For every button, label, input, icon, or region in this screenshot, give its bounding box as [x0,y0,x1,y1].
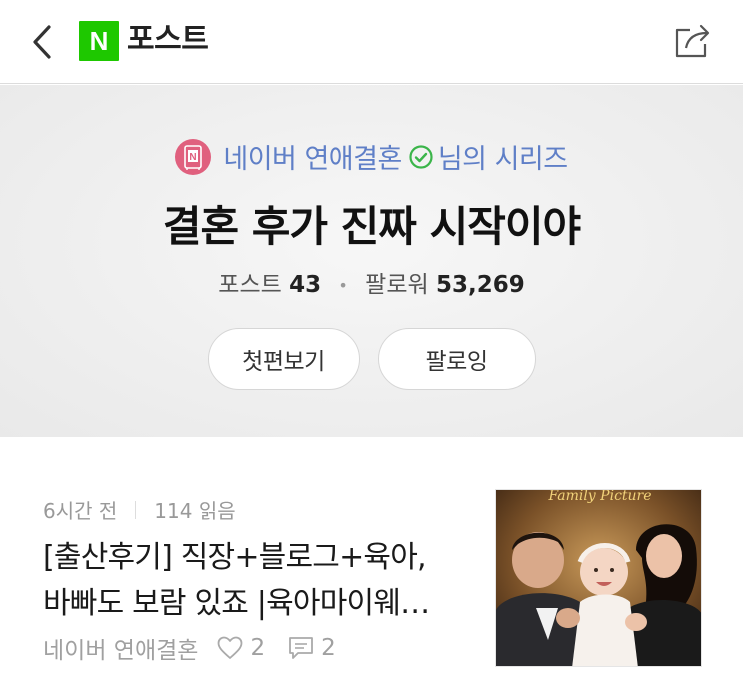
post-title-line: [출산후기] 직장+블로그+육아, [43,540,427,575]
series-header: N 네이버 연애결혼 님의 시리즈 결혼 후가 진짜 시작이야 포스트 43 •… [0,85,743,437]
post-views: 114 읽음 [154,499,236,523]
share-icon [675,24,710,58]
like-count: 2 [250,635,266,661]
post-meta: 6시간 전 114 읽음 [43,495,236,524]
post-author[interactable]: 네이버 연애결혼 [43,631,198,665]
thumb-banner-text: Family Picture [547,490,651,504]
series-stats: 포스트 43 • 팔로워 53,269 [0,265,743,299]
followers-label: 팔로워 [365,272,429,298]
top-bar: N 포스트 [0,0,743,84]
post-title-line: 바빠도 보람 있죠 |육아마이웨… [43,586,430,621]
section-divider [0,437,743,461]
series-author-row[interactable]: N 네이버 연애결혼 님의 시리즈 [0,137,743,176]
meta-divider [135,500,137,519]
comment-count: 2 [321,635,336,661]
following-button[interactable]: 팔로잉 [377,328,536,390]
family-photo-image: Family Picture [496,490,701,666]
app-title: 포스트 [127,22,209,57]
first-episode-button[interactable]: 첫편보기 [207,328,360,390]
series-actions: 첫편보기 팔로잉 [0,328,743,390]
svg-text:N: N [190,152,197,163]
post-thumbnail[interactable]: Family Picture [495,489,702,667]
heart-icon[interactable] [216,635,244,661]
author-logo-icon: N [184,144,203,170]
author-name[interactable]: 네이버 연애결혼 [223,137,402,176]
author-suffix: 님의 시리즈 [437,144,568,175]
list-item[interactable]: 6시간 전 114 읽음 [출산후기] 직장+블로그+육아, 바빠도 보람 있죠… [0,461,743,690]
posts-count: 43 [289,272,322,298]
followers-count: 53,269 [435,272,525,298]
post-time: 6시간 전 [43,499,118,523]
check-circle-icon [409,144,433,169]
chevron-left-icon [33,25,51,59]
naver-logo[interactable]: N [79,21,119,61]
post-title[interactable]: [출산후기] 직장+블로그+육아, 바빠도 보람 있죠 |육아마이웨… [43,535,483,627]
posts-label: 포스트 [218,272,282,298]
share-button[interactable] [672,20,714,60]
back-button[interactable] [24,22,60,62]
stats-separator: • [338,276,348,295]
series-title: 결혼 후가 진짜 시작이야 [162,202,581,251]
post-list: 6시간 전 114 읽음 [출산후기] 직장+블로그+육아, 바빠도 보람 있죠… [0,461,743,690]
post-footer: 네이버 연애결혼 2 2 [43,631,358,665]
author-avatar[interactable]: N [175,138,212,175]
comment-icon[interactable] [287,635,315,661]
